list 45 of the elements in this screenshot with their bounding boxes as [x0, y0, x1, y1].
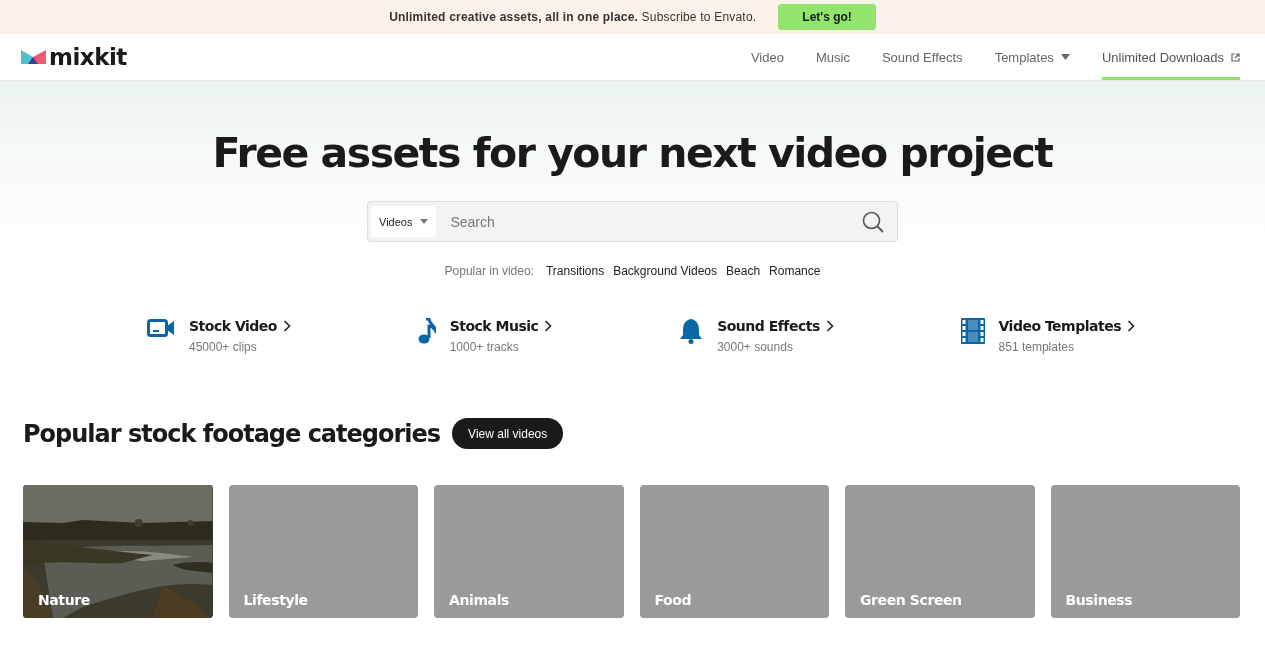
bell-icon — [679, 318, 704, 344]
category-label: Animals — [449, 592, 509, 608]
view-all-button[interactable]: View all videos — [452, 418, 564, 449]
category-label: Food — [654, 592, 692, 608]
logo[interactable]: mixkit — [49, 44, 127, 70]
nav-link[interactable]: Sound Effects — [881, 34, 963, 80]
feature-count: 45000+ clips — [189, 340, 258, 354]
search-field[interactable]: Videos Search — [367, 201, 898, 242]
search-icon[interactable] — [862, 210, 884, 233]
logo-icon — [21, 50, 46, 64]
feature-link[interactable]: Stock Music — [449, 318, 553, 334]
category-label: Green Screen — [860, 592, 962, 608]
popular-link[interactable]: Romance — [769, 264, 821, 278]
caret-down-icon — [1060, 54, 1070, 60]
category-card[interactable]: Nature — [23, 485, 213, 618]
category-label: Business — [1065, 592, 1133, 608]
popular-link[interactable]: Background Videos — [613, 264, 718, 278]
chevron-right-icon — [282, 320, 291, 332]
popular-link[interactable]: Transitions — [545, 264, 605, 278]
video-camera-icon — [147, 318, 175, 338]
caret-down-icon — [420, 219, 429, 224]
music-note-icon — [417, 318, 436, 344]
nav-link[interactable]: Templates — [994, 34, 1070, 80]
chevron-right-icon — [1127, 320, 1135, 332]
nav-link[interactable]: Music — [815, 34, 850, 80]
hero-title: Free assets for your next video project — [212, 129, 1053, 177]
category-label: Nature — [38, 592, 90, 608]
popular-label: Popular in video: — [444, 264, 534, 278]
feature-count: 1000+ tracks — [449, 340, 520, 354]
feature-link[interactable]: Sound Effects — [717, 318, 834, 334]
promo-text: Unlimited creative assets, all in one place. Subscribe to Envato. — [389, 10, 757, 24]
chevron-right-icon — [544, 320, 553, 332]
type-dropdown[interactable]: Videos — [371, 206, 437, 237]
feature-link[interactable]: Stock Video — [189, 318, 291, 334]
feature-count: 3000+ sounds — [717, 340, 794, 354]
chevron-right-icon — [825, 320, 834, 332]
film-strip-icon — [960, 318, 985, 344]
nav-link[interactable]: Video — [750, 34, 784, 80]
feature-link[interactable]: Video Templates — [998, 318, 1135, 334]
section-title: Popular stock footage categories — [23, 419, 441, 448]
lets-go-button[interactable]: Let's go! — [778, 4, 876, 30]
popular-link[interactable]: Beach — [726, 264, 761, 278]
feature-count: 851 templates — [998, 340, 1075, 354]
external-link-icon — [1231, 52, 1240, 62]
category-label: Lifestyle — [243, 592, 308, 608]
